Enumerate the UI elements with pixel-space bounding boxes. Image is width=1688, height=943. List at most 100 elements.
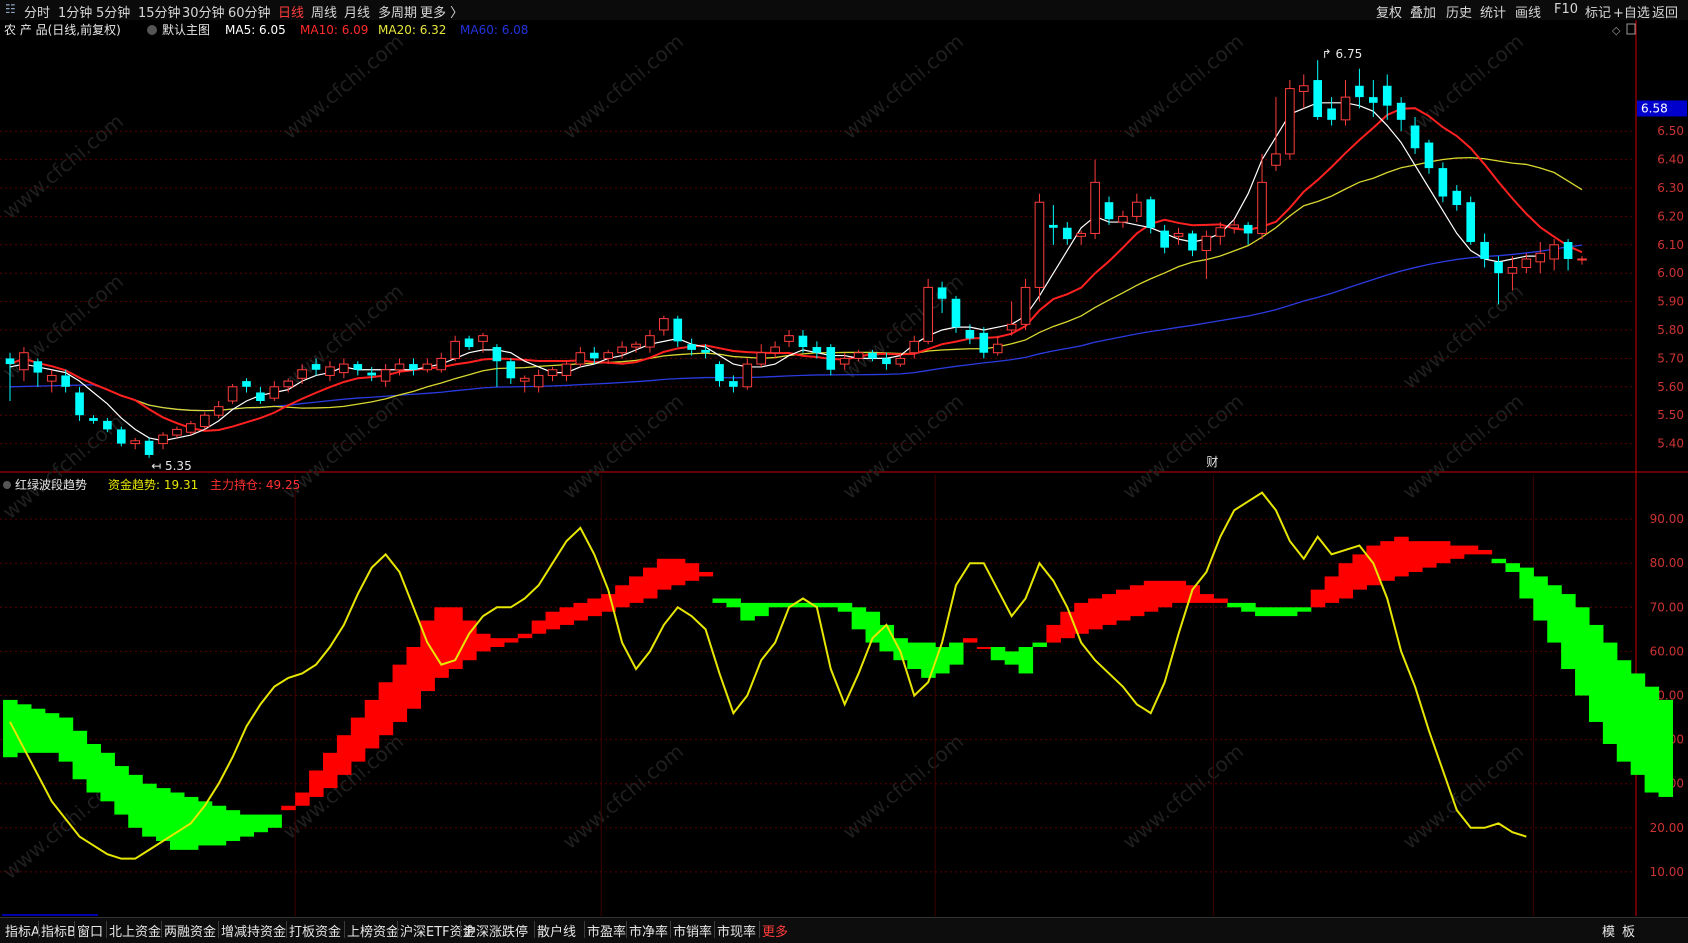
candle-body-down — [144, 440, 154, 455]
toolbar-button-1[interactable]: 叠加 — [1410, 2, 1436, 21]
indicator-name: 红绿波段趋势 — [15, 477, 87, 492]
indicator-tab-10[interactable]: 散户线 — [537, 921, 576, 940]
indicator-switch-icon[interactable] — [3, 481, 11, 489]
candle-body-down — [1160, 230, 1169, 248]
candle-body-down — [33, 361, 43, 373]
toolbar-button-6[interactable]: 标记 — [1585, 2, 1611, 21]
indicator-tab-5[interactable]: 增减持资金 — [221, 921, 286, 940]
candle-body-up — [1006, 323, 1017, 331]
period-tab-8[interactable]: 月线 — [344, 2, 370, 21]
trend-band-green — [740, 602, 755, 621]
toolbar-button-3[interactable]: 统计 — [1480, 2, 1506, 21]
indicator-tab-12[interactable]: 市净率 — [629, 921, 668, 940]
candle-body-up — [784, 335, 794, 342]
trend-band-red — [976, 646, 992, 649]
trend-band-red — [281, 805, 296, 811]
toolbar-button-0[interactable]: 复权 — [1376, 2, 1402, 21]
layout-icon[interactable]: ☷ — [5, 2, 16, 16]
indicator-tab-1[interactable]: 指标B — [41, 921, 76, 940]
trend-band-red — [1408, 541, 1423, 573]
tab-divider — [759, 921, 760, 938]
price-tick-label: 6.00 — [1657, 266, 1684, 280]
trend-band-red — [1310, 589, 1326, 608]
indicator-tab-14[interactable]: 市现率 — [717, 921, 756, 940]
period-tab-4[interactable]: 30分钟 — [182, 2, 225, 21]
candle-body-down — [1410, 125, 1420, 149]
indicator-tab-15[interactable]: 更多 — [762, 921, 788, 940]
trend-band-green — [1505, 563, 1520, 573]
trend-band-red — [1143, 580, 1159, 612]
candle-body-up — [380, 369, 391, 382]
candle-body-up — [839, 357, 850, 365]
trend-band-green — [1630, 673, 1646, 775]
trend-band-green — [921, 642, 936, 678]
indicator-tab-6[interactable]: 打板资金 — [289, 921, 341, 940]
indicator-tab-4[interactable]: 两融资金 — [164, 921, 216, 940]
toolbar-button-8[interactable]: 返回 — [1652, 2, 1678, 21]
period-tab-5[interactable]: 60分钟 — [228, 2, 271, 21]
trend-band-green — [712, 598, 728, 603]
trend-band-green — [72, 730, 88, 780]
trend-band-red — [1435, 541, 1451, 564]
price-tick-label: 5.90 — [1657, 295, 1684, 309]
trend-band-green — [128, 774, 143, 828]
period-tab-10[interactable]: 更多 〉 — [420, 2, 463, 21]
trend-band-red — [656, 558, 672, 590]
candle-body-down — [951, 298, 961, 328]
trend-band-green — [907, 642, 922, 670]
toolbar-button-5[interactable]: F10 — [1554, 2, 1578, 17]
period-tab-0[interactable]: 分时 — [24, 2, 50, 21]
period-tab-9[interactable]: 多周期 — [378, 2, 417, 21]
period-tab-6[interactable]: 日线 — [278, 2, 304, 21]
candle-body-down — [1049, 224, 1058, 228]
candle-body-up — [213, 406, 224, 416]
indicator-tab-7[interactable]: 上榜资金 — [347, 921, 399, 940]
template-button-0[interactable]: 模 — [1602, 921, 1615, 940]
trend-band-red — [1199, 594, 1214, 603]
trend-band-green — [1533, 576, 1548, 621]
candle-body-up — [909, 340, 920, 354]
template-button-1[interactable]: 板 — [1622, 921, 1635, 940]
trend-band-red — [1463, 545, 1479, 555]
candle-body-up — [1285, 88, 1295, 155]
trend-band-green — [16, 704, 32, 753]
candle-body-up — [1271, 153, 1281, 166]
indicator-tab-9[interactable]: 沪深涨跌停 — [463, 921, 528, 940]
candle-body-down — [89, 418, 98, 421]
trend-band-red — [323, 752, 338, 789]
candle-body-down — [812, 347, 822, 353]
trend-band-red — [1088, 598, 1103, 630]
period-tab-7[interactable]: 周线 — [311, 2, 337, 21]
toolbar-button-2[interactable]: 历史 — [1446, 2, 1472, 21]
indicator-tab-0[interactable]: 指标A — [5, 921, 40, 940]
toolbar-button-4[interactable]: 画线 — [1515, 2, 1541, 21]
candle-body-down — [1146, 199, 1156, 228]
candle-body-up — [617, 346, 627, 354]
candle-body-up — [394, 363, 405, 371]
tab-divider — [397, 921, 398, 938]
candle-body-up — [19, 352, 29, 371]
candle-body-up — [1076, 232, 1086, 237]
trend-band-green — [197, 801, 213, 846]
main-chart-switch-icon[interactable] — [147, 25, 157, 35]
indicator-tab-3[interactable]: 北上资金 — [109, 921, 161, 940]
trend-band-green — [44, 713, 60, 753]
trend-band-green — [1282, 607, 1298, 617]
trend-band-green — [1588, 624, 1604, 722]
candle-body-down — [5, 358, 15, 365]
period-tab-3[interactable]: 15分钟 — [138, 2, 181, 21]
indicator-tab-11[interactable]: 市盈率 — [587, 921, 626, 940]
indicator-tab-13[interactable]: 市销率 — [673, 921, 712, 940]
candle-body-down — [311, 364, 321, 370]
trend-band-green — [1491, 558, 1507, 564]
period-tab-2[interactable]: 5分钟 — [96, 2, 130, 21]
period-tab-1[interactable]: 1分钟 — [58, 2, 92, 21]
toolbar-button-7[interactable]: +自选 — [1613, 2, 1650, 21]
tab-divider — [460, 921, 461, 938]
candle-body-up — [158, 434, 168, 445]
candle-body-up — [1020, 286, 1031, 325]
indicator-tab-2[interactable]: 窗口 — [77, 921, 103, 940]
tab-divider — [106, 921, 107, 938]
finance-event-icon: 财 — [1206, 455, 1218, 469]
trend-band-red — [531, 620, 547, 634]
